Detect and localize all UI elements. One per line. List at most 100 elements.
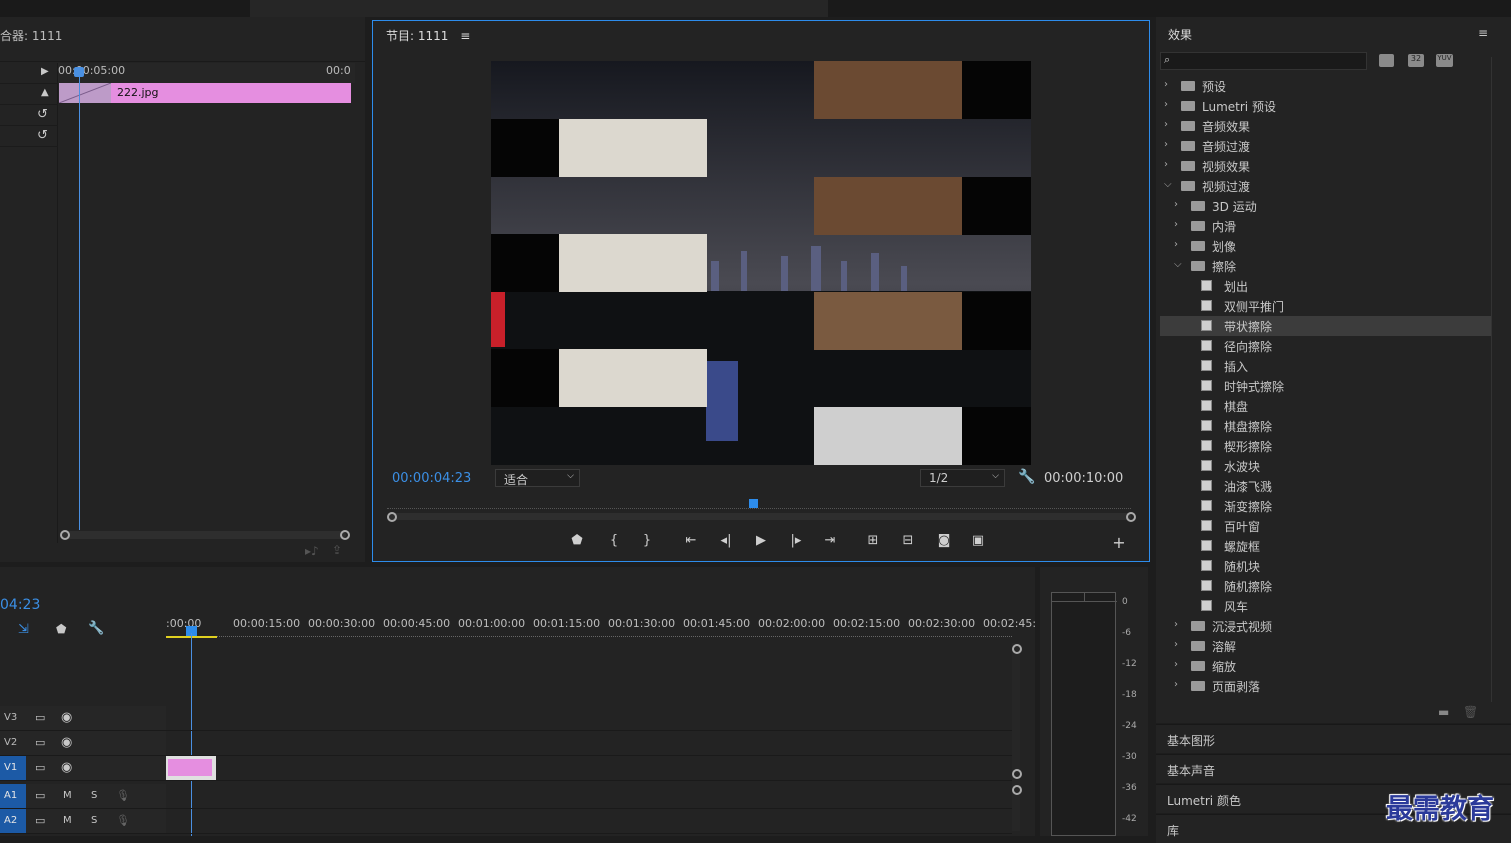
panel-menu-icon[interactable]: ≡ xyxy=(1478,26,1488,40)
track-header-v3[interactable]: V3 ▭ ◉ xyxy=(0,706,1012,731)
eye-icon[interactable]: ◉ xyxy=(61,710,72,725)
mark-in-icon[interactable]: { xyxy=(604,533,624,548)
track-name[interactable]: V1 xyxy=(0,756,26,780)
export-icon[interactable]: ⇪ xyxy=(332,543,342,557)
effect-item-row[interactable]: 划出 xyxy=(1160,276,1492,296)
effect-item-row[interactable]: 随机擦除 xyxy=(1160,576,1492,596)
property-row[interactable]: ↺ xyxy=(0,105,58,126)
effects-folder-row[interactable]: › 缩放 xyxy=(1160,656,1492,676)
chevron-right-icon[interactable]: › xyxy=(1174,239,1178,250)
chevron-right-icon[interactable]: › xyxy=(1164,99,1168,110)
effect-item-row[interactable]: 插入 xyxy=(1160,356,1492,376)
mute-button[interactable]: M xyxy=(63,815,72,826)
chevron-right-icon[interactable]: › xyxy=(1174,659,1178,670)
add-marker-icon[interactable]: ⬟ xyxy=(567,533,587,548)
wrench-icon[interactable]: 🔧 xyxy=(88,621,104,636)
effects-folder-row[interactable]: ⌵ 擦除 xyxy=(1160,256,1492,276)
track-lane[interactable] xyxy=(166,756,1012,781)
reset-icon[interactable]: ↺ xyxy=(37,128,48,143)
track-name[interactable]: A2 xyxy=(0,809,26,833)
vertical-scrollbar[interactable] xyxy=(1012,643,1020,831)
play-icon[interactable]: ▶ xyxy=(41,66,49,77)
effects-folder-row[interactable]: › 音频效果 xyxy=(1160,116,1492,136)
workspace-tabs[interactable] xyxy=(250,0,828,17)
snap-icon[interactable]: ⇲ xyxy=(18,622,29,637)
effect-item-row[interactable]: 棋盘 xyxy=(1160,396,1492,416)
yuv-badge-icon[interactable]: YUV xyxy=(1436,54,1453,67)
track-lane[interactable] xyxy=(166,706,1012,731)
go-to-in-icon[interactable]: ⇤ xyxy=(681,533,701,548)
track-name[interactable]: V2 xyxy=(4,737,17,748)
sync-lock-icon[interactable]: ▭ xyxy=(35,736,45,749)
transition-marker[interactable] xyxy=(58,82,112,104)
scrollbar[interactable] xyxy=(1491,57,1492,702)
resolution-dropdown[interactable]: 1/2 ⌵ xyxy=(920,469,1005,487)
effect-item-row[interactable]: 径向擦除 xyxy=(1160,336,1492,356)
effect-item-row[interactable]: 水波块 xyxy=(1160,456,1492,476)
effects-folder-row[interactable]: › 溶解 xyxy=(1160,636,1492,656)
effect-item-row[interactable]: 风车 xyxy=(1160,596,1492,616)
chevron-right-icon[interactable]: › xyxy=(1164,159,1168,170)
playhead-handle[interactable] xyxy=(749,499,758,508)
property-row[interactable]: ▶ xyxy=(0,63,58,84)
audio-icon[interactable]: ▸♪ xyxy=(305,544,319,558)
chevron-right-icon[interactable]: › xyxy=(1174,199,1178,210)
scroll-handle-right[interactable] xyxy=(1126,512,1136,522)
chevron-right-icon[interactable]: › xyxy=(1174,639,1178,650)
chevron-right-icon[interactable]: › xyxy=(1174,219,1178,230)
effect-item-row[interactable]: 时钟式擦除 xyxy=(1160,376,1492,396)
panel-essential-sound[interactable]: 基本声音 xyxy=(1156,754,1511,783)
scrub-bar[interactable] xyxy=(387,513,1131,520)
step-forward-icon[interactable]: |▸ xyxy=(786,533,806,548)
track-lane[interactable] xyxy=(166,809,1012,834)
wrench-icon[interactable]: 🔧 xyxy=(1018,469,1035,485)
scroll-handle-left[interactable] xyxy=(387,512,397,522)
chevron-right-icon[interactable]: › xyxy=(1174,679,1178,690)
effects-folder-row[interactable]: › 视频效果 xyxy=(1160,156,1492,176)
track-header-a1[interactable]: A1 ▭ M S 🎙 xyxy=(0,784,1012,809)
scroll-handle[interactable] xyxy=(1012,644,1022,654)
effect-item-row[interactable]: 双侧平推门 xyxy=(1160,296,1492,316)
effect-item-row[interactable]: 随机块 xyxy=(1160,556,1492,576)
track-header-a2[interactable]: A2 ▭ M S 🎙 xyxy=(0,809,1012,834)
play-icon[interactable]: ▶ xyxy=(751,533,771,548)
track-lane[interactable] xyxy=(166,784,1012,809)
playhead-handle[interactable] xyxy=(74,67,84,77)
effects-folder-row[interactable]: › 页面剥落 xyxy=(1160,676,1492,696)
eye-icon[interactable]: ◉ xyxy=(61,760,72,775)
accelerated-effects-icon[interactable] xyxy=(1379,54,1394,67)
trash-icon[interactable]: 🗑 xyxy=(1463,705,1478,719)
scroll-handle[interactable] xyxy=(1012,785,1022,795)
property-row[interactable]: ▲ xyxy=(0,84,58,105)
mini-timeline-ruler[interactable]: 00:00:05:00 00:0 xyxy=(58,63,355,83)
track-name[interactable]: V3 xyxy=(4,712,17,723)
solo-button[interactable]: S xyxy=(91,790,97,801)
effect-item-row[interactable]: 百叶窗 xyxy=(1160,516,1492,536)
property-row[interactable]: ↺ xyxy=(0,126,58,147)
mark-out-icon[interactable]: } xyxy=(637,533,657,548)
clip-bar[interactable]: 222.jpg xyxy=(111,83,351,103)
collapse-icon[interactable]: ▲ xyxy=(41,87,49,98)
compare-icon[interactable]: ▣ xyxy=(968,533,988,548)
effect-item-row[interactable]: 楔形擦除 xyxy=(1160,436,1492,456)
effect-item-row[interactable]: 带状擦除 xyxy=(1160,316,1492,336)
effects-folder-row[interactable]: › 预设 xyxy=(1160,76,1492,96)
effect-item-row[interactable]: 棋盘擦除 xyxy=(1160,416,1492,436)
camera-icon[interactable]: ◙ xyxy=(934,533,954,548)
sync-lock-icon[interactable]: ▭ xyxy=(35,789,45,802)
time-ruler[interactable] xyxy=(387,503,1131,509)
scroll-handle-left[interactable] xyxy=(60,530,70,540)
video-frame[interactable] xyxy=(491,61,1031,465)
effect-item-row[interactable]: 螺旋框 xyxy=(1160,536,1492,556)
timeline-timecode[interactable]: 04:23 xyxy=(0,597,40,613)
chevron-right-icon[interactable]: › xyxy=(1164,79,1168,90)
32bit-badge-icon[interactable]: 32 xyxy=(1408,54,1424,67)
effects-folder-row[interactable]: › Lumetri 预设 xyxy=(1160,96,1492,116)
add-button-icon[interactable]: + xyxy=(1109,533,1129,552)
effects-folder-row[interactable]: › 3D 运动 xyxy=(1160,196,1492,216)
chevron-right-icon[interactable]: › xyxy=(1164,139,1168,150)
panel-essential-graphics[interactable]: 基本图形 xyxy=(1156,724,1511,753)
effects-folder-row[interactable]: › 沉浸式视频 xyxy=(1160,616,1492,636)
effects-folder-row[interactable]: ⌵ 视频过渡 xyxy=(1160,176,1492,196)
chevron-right-icon[interactable]: › xyxy=(1174,619,1178,630)
